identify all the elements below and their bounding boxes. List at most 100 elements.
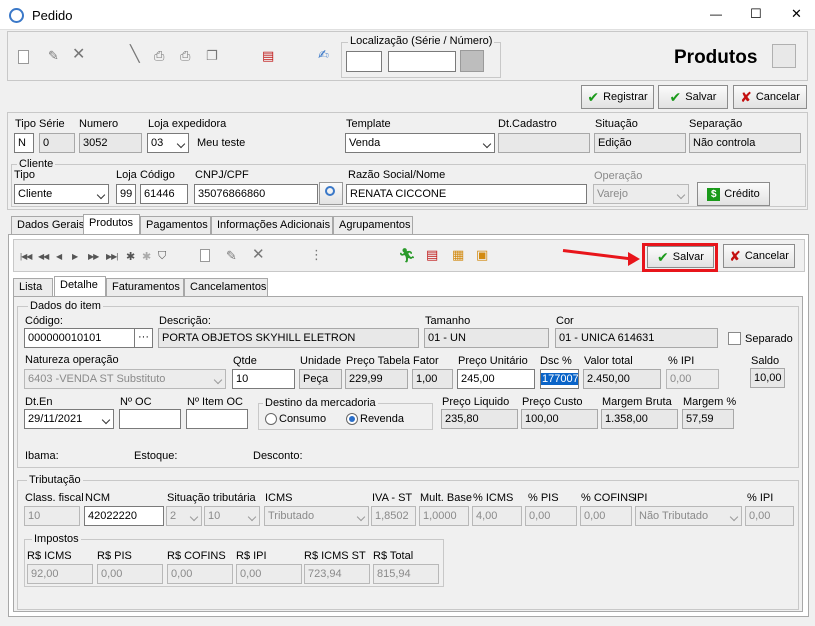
run-icon[interactable]: 🏃︎ [398, 247, 416, 263]
sit-trib-b-select[interactable]: 10 [204, 506, 260, 526]
icms-select[interactable]: Tributado [264, 506, 369, 526]
razao-input[interactable]: RENATA CICCONE [346, 184, 587, 204]
cliente-codigo-input[interactable]: 61446 [140, 184, 188, 204]
prev-page-icon[interactable]: ◀◀ [38, 252, 49, 261]
filter-icon[interactable]: ⛉ [158, 250, 166, 263]
last-record-icon[interactable]: ▶▶| [106, 252, 118, 261]
rs-cofins-input[interactable]: 0,00 [167, 564, 233, 584]
tab-produtos[interactable]: Produtos [83, 214, 140, 235]
n-item-oc-input[interactable] [186, 409, 248, 429]
cliente-tipo-select[interactable]: Cliente [14, 184, 109, 204]
sit-trib-a-select[interactable]: 2 [166, 506, 202, 526]
preview-icon[interactable]: ⎙ [154, 48, 164, 64]
descricao-input[interactable]: PORTA OBJETOS SKYHILL ELETRON [158, 328, 419, 348]
asterisk-icon[interactable]: ✱ [126, 250, 135, 263]
tab-agrupamentos[interactable]: Agrupamentos [333, 216, 413, 235]
preco-liquido-input[interactable]: 235,80 [441, 409, 518, 429]
dt-cadastro-input[interactable] [498, 133, 590, 153]
rs-total-input[interactable]: 815,94 [373, 564, 439, 584]
natureza-select[interactable]: 6403 -VENDA ST Substituto [24, 369, 226, 389]
iva-st-input[interactable]: 1,8502 [371, 506, 416, 526]
item-codigo-input[interactable]: 000000010101 [24, 328, 136, 348]
cor-input[interactable]: 01 - UNICA 614631 [555, 328, 718, 348]
table-icon[interactable]: ▦ [452, 247, 464, 263]
preco-custo-input[interactable]: 100,00 [521, 409, 598, 429]
tamanho-input[interactable]: 01 - UN [424, 328, 549, 348]
pen-icon[interactable]: ╲ [130, 47, 140, 63]
new-icon[interactable] [18, 50, 29, 64]
preco-tabela-input[interactable]: 229,99 [345, 369, 408, 389]
first-record-icon[interactable]: |◀◀ [20, 252, 32, 261]
ncm-input[interactable]: 42022220 [84, 506, 164, 526]
prev-record-icon[interactable]: ◀ [56, 252, 62, 261]
tipo-input[interactable]: N [14, 133, 34, 153]
tab-lista[interactable]: Lista [13, 278, 53, 297]
item-lookup-button[interactable]: ··· [134, 328, 153, 348]
unidade-input[interactable]: Peça [299, 369, 342, 389]
margem-bruta-input[interactable]: 1.358,00 [601, 409, 678, 429]
salvar-button[interactable]: ✔ Salvar [658, 85, 728, 109]
tab-dados-gerais[interactable]: Dados Gerais [11, 216, 84, 235]
rs-icms-input[interactable]: 92,00 [27, 564, 93, 584]
delete-item-icon[interactable]: ✕ [252, 247, 265, 263]
tab-cancelamentos[interactable]: Cancelamentos [184, 278, 268, 297]
next-page-icon[interactable]: ▶▶ [88, 252, 99, 261]
valor-total-input[interactable]: 2.450,00 [583, 369, 661, 389]
situacao-input[interactable]: Edição [594, 133, 686, 153]
separacao-input[interactable]: Não controla [689, 133, 801, 153]
new-item-icon[interactable] [200, 249, 210, 262]
registrar-button[interactable]: ✔ Registrar [581, 85, 654, 109]
margem-pct-input[interactable]: 57,59 [682, 409, 734, 429]
cancelar-button[interactable]: ✘ Cancelar [733, 85, 807, 109]
rs-icms-st-input[interactable]: 723,94 [304, 564, 370, 584]
edit-icon[interactable]: ✎ [48, 48, 59, 64]
pct-pis-input[interactable]: 0,00 [525, 506, 577, 526]
localizacao-serie-input[interactable] [346, 51, 382, 72]
class-fiscal-input[interactable]: 10 [24, 506, 80, 526]
tab-informacoes-adicionais[interactable]: Informações Adicionais [211, 216, 333, 235]
minimize-button[interactable]: — [710, 7, 722, 21]
rs-ipi-input[interactable]: 0,00 [236, 564, 302, 584]
copy-icon[interactable]: ❐ [206, 48, 218, 64]
mult-base-input[interactable]: 1,0000 [419, 506, 469, 526]
qtde-input[interactable]: 10 [232, 369, 295, 389]
item-ipi-input[interactable]: 0,00 [666, 369, 719, 389]
doc-edit-icon[interactable]: ▤ [262, 48, 274, 64]
pct-cofins-input[interactable]: 0,00 [580, 506, 632, 526]
tab-pagamentos[interactable]: Pagamentos [140, 216, 211, 235]
pct-icms-input[interactable]: 4,00 [472, 506, 522, 526]
saldo-input[interactable]: 10,00 [750, 368, 785, 388]
cliente-search-button[interactable] [319, 182, 343, 205]
cnpj-input[interactable]: 35076866860 [194, 184, 318, 204]
asterisk-alt-icon[interactable]: ✱ [142, 250, 151, 263]
credito-button[interactable]: $ Crédito [697, 182, 770, 206]
product-cancelar-button[interactable]: ✘ Cancelar [723, 244, 795, 268]
maximize-button[interactable]: ☐ [750, 6, 762, 22]
n-oc-input[interactable] [119, 409, 181, 429]
dsc-input[interactable]: 177007 [540, 369, 579, 389]
fator-input[interactable]: 1,00 [412, 369, 453, 389]
template-select[interactable]: Venda [345, 133, 495, 153]
window-icon[interactable]: ▣ [476, 247, 488, 263]
consumo-radio[interactable] [265, 413, 277, 425]
close-button[interactable]: ✕ [791, 6, 802, 22]
product-salvar-button[interactable]: ✔ Salvar [647, 246, 714, 268]
spellcheck-icon[interactable]: ✍ [318, 47, 329, 63]
serie-input[interactable]: 0 [39, 133, 75, 153]
doc-item-icon[interactable]: ▤ [426, 247, 438, 263]
numero-input[interactable]: 3052 [79, 133, 142, 153]
print-icon[interactable]: ⎙ [180, 48, 190, 64]
tab-faturamentos[interactable]: Faturamentos [106, 278, 184, 297]
loja-expedidora-select[interactable]: 03 [147, 133, 189, 153]
revenda-radio[interactable] [346, 413, 358, 425]
delete-icon[interactable]: ✕ [72, 47, 85, 63]
rs-pis-input[interactable]: 0,00 [97, 564, 163, 584]
localizacao-numero-input[interactable] [388, 51, 456, 72]
preco-unitario-input[interactable]: 245,00 [457, 369, 535, 389]
edit-item-icon[interactable]: ✎ [226, 248, 237, 264]
tab-detalhe[interactable]: Detalhe [54, 276, 106, 297]
trib-ipi-select[interactable]: Não Tributado [635, 506, 742, 526]
cliente-loja-input[interactable]: 99 [116, 184, 136, 204]
dt-en-picker[interactable]: 29/11/2021 [24, 409, 114, 429]
next-record-icon[interactable]: ▶ [72, 252, 78, 261]
